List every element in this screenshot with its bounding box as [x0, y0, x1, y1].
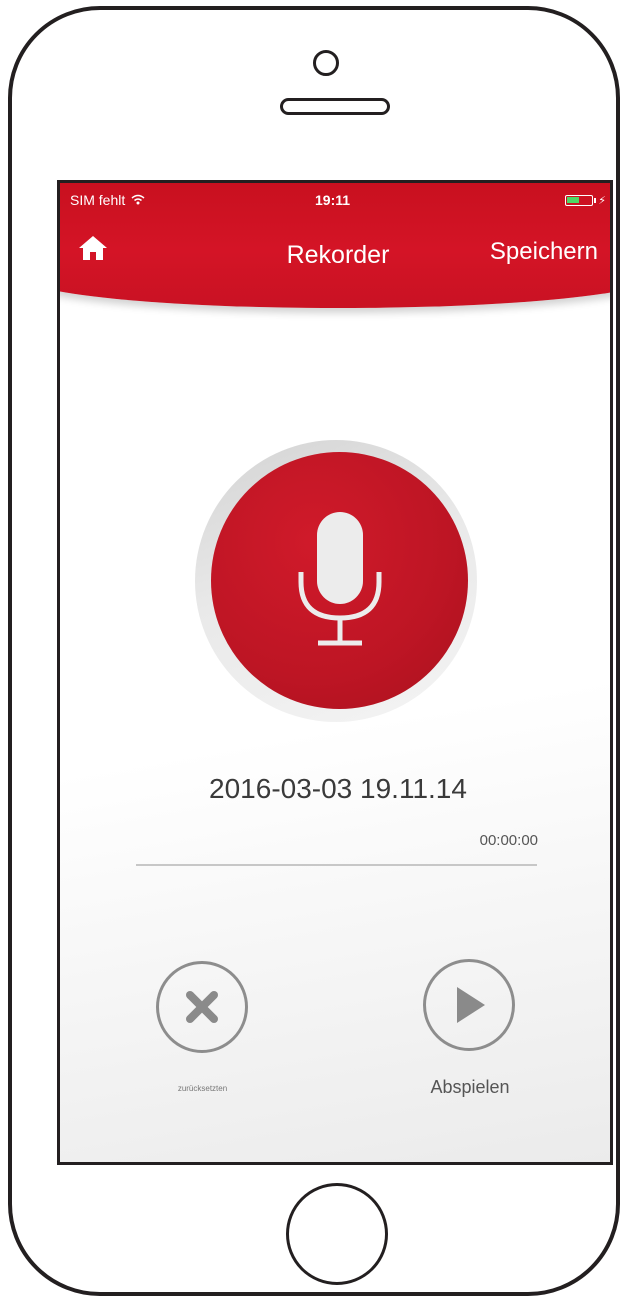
app-screen: SIM fehlt 19:11 ⚡ Rekorder Speichern 201…: [57, 180, 613, 1165]
charging-icon: ⚡: [598, 195, 606, 207]
recording-name: 2016-03-03 19.11.14: [209, 773, 467, 804]
battery-level: [567, 197, 580, 203]
status-bar: SIM fehlt 19:11 ⚡: [60, 183, 610, 213]
reset-label: zurücksetzten: [177, 1084, 228, 1093]
phone-frame: SIM fehlt 19:11 ⚡ Rekorder Speichern 201…: [8, 6, 620, 1296]
record-button[interactable]: [195, 440, 477, 722]
microphone-icon: [298, 512, 382, 646]
save-button[interactable]: Speichern: [490, 238, 598, 266]
carrier-label: SIM fehlt: [70, 192, 126, 208]
earpiece-speaker: [280, 98, 390, 115]
close-icon: [186, 991, 218, 1023]
record-button-face: [211, 452, 468, 709]
reset-button[interactable]: [156, 961, 248, 1053]
play-label: Abspielen: [430, 1077, 510, 1097]
wifi-icon: [131, 192, 145, 208]
battery-icon: ⚡: [565, 194, 606, 207]
progress-bar[interactable]: [136, 864, 537, 866]
elapsed-time: 00:00:00: [479, 832, 538, 849]
front-camera: [313, 50, 339, 76]
carrier-status: SIM fehlt: [70, 192, 145, 208]
play-button[interactable]: [423, 959, 515, 1051]
status-time: 19:11: [315, 192, 351, 208]
device-home-button[interactable]: [286, 1183, 388, 1285]
play-icon: [457, 987, 485, 1023]
